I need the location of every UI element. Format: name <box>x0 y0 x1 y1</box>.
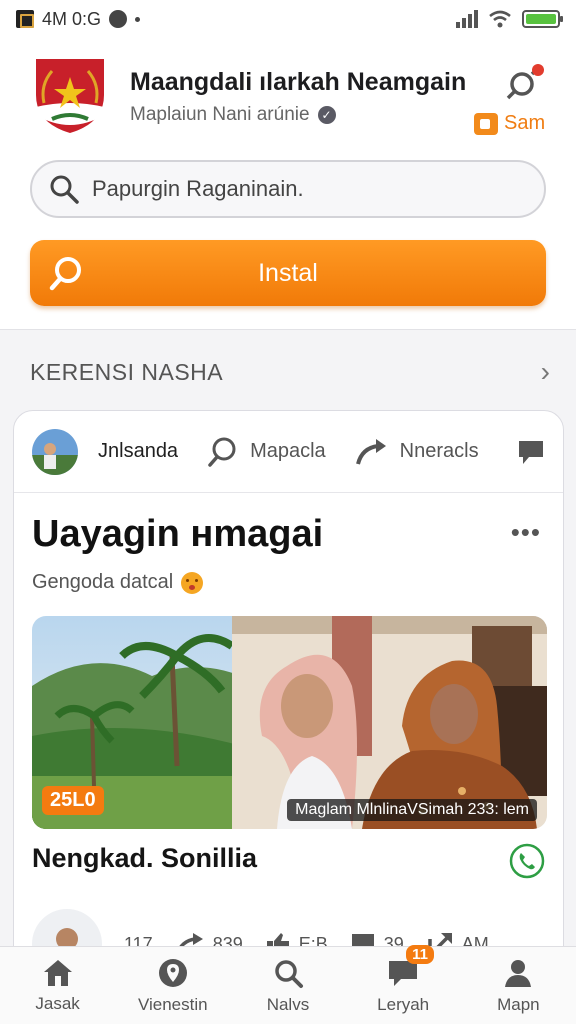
share-arrow-icon <box>355 438 386 465</box>
action-share-label: Nneracls <box>399 440 479 462</box>
photo-illustration <box>32 616 547 829</box>
chevron-right-icon[interactable]: › <box>541 356 550 388</box>
search-icon <box>50 175 79 204</box>
bottom-navigation: Jasak Vienestin Nalvs 11 Leryah Mapn <box>0 944 576 1024</box>
place-name[interactable]: Nengkad. Sonillia <box>32 843 257 874</box>
nav-item-home[interactable]: Jasak <box>3 958 113 1014</box>
post-action-bar: Jnlsanda Mapacla Nneracls <box>14 411 563 493</box>
messages-badge: 11 <box>406 944 435 964</box>
install-label: Instal <box>258 258 318 287</box>
nav-label-location: Vienestin <box>137 994 208 1014</box>
post-card: Jnlsanda Mapacla Nneracls Uayagin нmagai <box>13 410 564 970</box>
phone-call-icon[interactable] <box>509 843 545 879</box>
install-button[interactable]: Instal <box>30 240 546 306</box>
nav-item-search[interactable]: Nalvs <box>233 957 343 1015</box>
search-placeholder: Papurgin Raganinain. <box>92 176 304 201</box>
notification-app-icon <box>16 10 34 28</box>
sam-icon <box>474 112 498 135</box>
photo-caption: Maglam MlnlinaVSimah 233: lem <box>287 799 537 821</box>
magnifier-icon <box>208 437 236 467</box>
more-notifications-dot-icon <box>135 16 141 22</box>
satellite-icon[interactable] <box>502 62 546 106</box>
profile-icon <box>505 959 532 987</box>
nav-item-messages[interactable]: 11 Leryah <box>348 944 458 1015</box>
wifi-icon <box>489 10 511 28</box>
sam-label: Sam <box>504 112 546 134</box>
status-bar: 4M 0:G <box>0 0 576 38</box>
install-search-icon <box>49 257 81 291</box>
signal-icon <box>456 10 478 28</box>
author-name[interactable]: Jnlsanda <box>98 440 178 463</box>
more-options-icon[interactable]: ••• <box>511 517 541 548</box>
action-search[interactable]: Mapacla <box>206 436 326 468</box>
verified-icon: ✓ <box>317 106 336 124</box>
search-icon <box>275 959 303 988</box>
app-screen: 4M 0:G Maangdali ılarkah Neamgain Maplai… <box>0 0 576 1024</box>
publisher-name[interactable]: Maplaiun Nani arúnie <box>130 104 310 126</box>
section-title: KERENSI NASHA <box>30 358 224 385</box>
search-bar[interactable]: Papurgin Raganinain. <box>30 160 546 218</box>
status-left: 4M 0:G <box>16 8 141 30</box>
status-right <box>456 9 563 29</box>
nav-label-search: Nalvs <box>266 994 310 1014</box>
publisher-line: Maplaiun Nani arúnie ✓ <box>130 104 336 126</box>
sam-badge[interactable]: Sam <box>474 112 545 135</box>
nav-label-profile: Mapn <box>497 994 540 1014</box>
nav-label-home: Jasak <box>35 993 80 1013</box>
status-time: 4M 0:G <box>42 8 102 29</box>
app-header: Maangdali ılarkah Neamgain Maplaiun Nani… <box>0 38 576 330</box>
comment-icon[interactable] <box>517 438 545 466</box>
post-subtitle: Gengoda datcal <box>32 571 204 594</box>
emoji-icon <box>181 571 204 594</box>
post-title: Uayagin нmagai <box>32 513 324 555</box>
app-title: Maangdali ılarkah Neamgain <box>130 68 467 96</box>
app-logo <box>36 59 104 133</box>
action-search-label: Mapacla <box>250 440 326 462</box>
section-header[interactable]: KERENSI NASHA › <box>30 356 550 388</box>
photo-price-tag: 25L0 <box>42 786 104 815</box>
location-pin-icon <box>158 958 187 987</box>
post-subtitle-text: Gengoda datcal <box>32 571 174 593</box>
post-photo[interactable]: 25L0 Maglam MlnlinaVSimah 233: lem <box>32 616 547 829</box>
nav-item-profile[interactable]: Mapn <box>463 957 573 1015</box>
battery-icon <box>522 10 563 28</box>
messenger-notification-icon <box>109 10 128 28</box>
nav-label-messages: Leryah <box>377 994 430 1014</box>
home-icon <box>43 959 72 986</box>
action-share[interactable]: Nneracls <box>354 436 479 468</box>
author-avatar[interactable] <box>32 428 78 475</box>
nav-item-location[interactable]: Vienestin <box>118 957 228 1015</box>
